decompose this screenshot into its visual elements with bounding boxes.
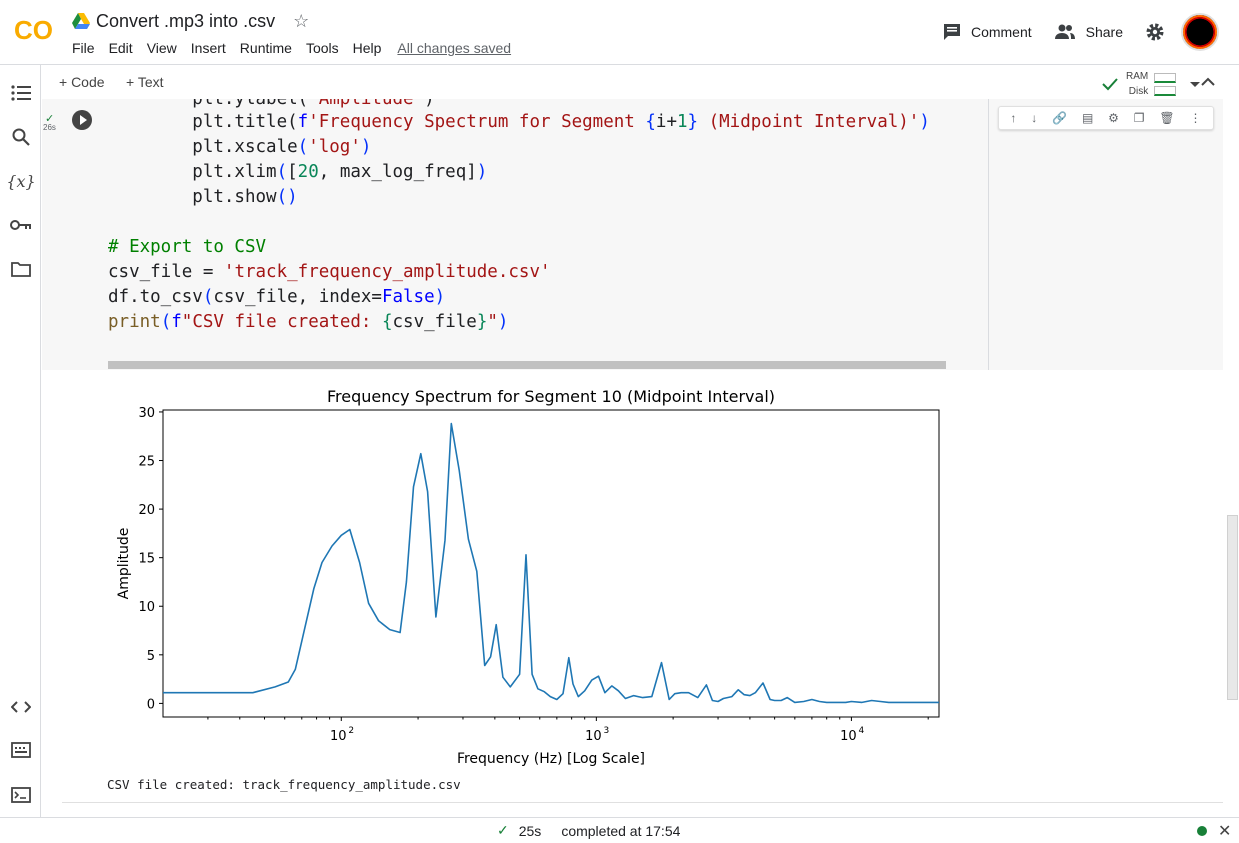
menu-view[interactable]: View xyxy=(147,40,177,56)
table-of-contents-icon[interactable] xyxy=(10,82,32,104)
y-tick-label: 25 xyxy=(138,455,155,470)
drive-icon[interactable] xyxy=(72,13,90,29)
save-status[interactable]: All changes saved xyxy=(397,40,511,56)
app-header: CO Convert .mp3 into .csv ☆ File Edit Vi… xyxy=(0,0,1239,65)
y-tick-label: 10 xyxy=(138,600,155,615)
completed-at: completed at 17:54 xyxy=(561,822,681,839)
resources-indicator[interactable]: RAM Disk xyxy=(1102,69,1204,99)
code-line: plt.ylabel('Amplitude') xyxy=(108,99,435,109)
y-axis-label: Amplitude xyxy=(116,528,132,600)
code-editor[interactable]: plt.ylabel('Amplitude') plt.title(f'Freq… xyxy=(102,99,988,370)
variables-icon[interactable]: {x} xyxy=(6,170,35,192)
add-code-button[interactable]: + Code xyxy=(59,74,105,90)
colab-logo[interactable]: CO xyxy=(14,14,58,46)
close-icon[interactable]: ✕ xyxy=(1218,821,1231,841)
delete-icon[interactable]: 🗑 xyxy=(1159,111,1174,125)
y-tick-label: 20 xyxy=(138,503,155,518)
share-label: Share xyxy=(1085,24,1123,40)
completed-check-icon: ✓ xyxy=(497,822,509,838)
link-icon[interactable]: 🔗 xyxy=(1052,111,1067,125)
code-line: df.to_csv(csv_file, index=False) xyxy=(108,287,446,307)
x-tick-label: 10 xyxy=(330,729,347,744)
search-icon[interactable] xyxy=(10,126,32,148)
spectrum-line xyxy=(163,422,939,704)
files-folder-icon[interactable] xyxy=(10,258,32,280)
chart-title: Frequency Spectrum for Segment 10 (Midpo… xyxy=(327,387,775,406)
horizontal-scrollbar[interactable] xyxy=(108,361,946,369)
x-tick-label: 10 xyxy=(840,729,857,744)
code-line: plt.title(f'Frequency Spectrum for Segme… xyxy=(108,112,930,132)
connected-check-icon xyxy=(1102,78,1118,91)
cell-side-pane xyxy=(988,99,1223,370)
code-line: csv_file = 'track_frequency_amplitude.cs… xyxy=(108,262,551,282)
x-tick-exponent: 3 xyxy=(603,726,609,736)
menu-tools[interactable]: Tools xyxy=(306,40,339,56)
x-tick-exponent: 4 xyxy=(859,726,865,736)
menu-edit[interactable]: Edit xyxy=(109,40,133,56)
code-line: plt.show() xyxy=(108,187,298,207)
menu-insert[interactable]: Insert xyxy=(191,40,226,56)
menu-runtime[interactable]: Runtime xyxy=(240,40,292,56)
comment-icon xyxy=(943,24,960,40)
ram-usage-bar xyxy=(1154,72,1177,83)
plot-frame xyxy=(162,409,940,718)
menu-bar: File Edit View Insert Runtime Tools Help… xyxy=(72,40,525,56)
y-tick-label: 15 xyxy=(138,552,155,567)
output-text: CSV file created: track_frequency_amplit… xyxy=(107,777,461,792)
vertical-scrollbar[interactable] xyxy=(1227,515,1238,700)
cell-gutter xyxy=(42,99,62,370)
disk-usage-bar xyxy=(1154,85,1177,96)
connection-status-dot xyxy=(1197,826,1207,836)
collapse-chevron-up-icon[interactable] xyxy=(1200,73,1216,91)
settings-gear-icon[interactable] xyxy=(1145,22,1165,42)
move-down-icon[interactable]: ↓ xyxy=(1031,111,1037,125)
command-palette-icon[interactable] xyxy=(10,739,32,761)
run-cell-button[interactable] xyxy=(72,110,92,130)
code-snippets-icon[interactable] xyxy=(10,696,32,718)
x-tick-label: 10 xyxy=(585,729,602,744)
comment-label: Comment xyxy=(970,24,1032,40)
cell-output: Frequency Spectrum for Segment 10 (Midpo… xyxy=(62,370,1223,803)
cell-settings-icon[interactable]: ⚙ xyxy=(1108,111,1119,125)
logo-text: CO xyxy=(14,15,53,45)
code-line: plt.xlim([20, max_log_freq]) xyxy=(108,162,488,182)
star-icon[interactable]: ☆ xyxy=(293,11,309,32)
cell-toolbar: ↑ ↓ 🔗 ▤ ⚙ ❐ 🗑 ⋮ xyxy=(998,106,1214,130)
frequency-spectrum-chart: Frequency Spectrum for Segment 10 (Midpo… xyxy=(116,387,940,767)
document-title[interactable]: Convert .mp3 into .csv xyxy=(96,11,275,32)
code-line: plt.xscale('log') xyxy=(108,137,372,157)
more-options-icon[interactable]: ⋮ xyxy=(1190,111,1202,125)
comment-button[interactable]: Comment xyxy=(943,23,1032,41)
people-icon xyxy=(1054,24,1075,39)
disk-label: Disk xyxy=(1128,86,1149,97)
add-text-button[interactable]: + Text xyxy=(126,74,164,90)
menu-help[interactable]: Help xyxy=(353,40,382,56)
avatar[interactable] xyxy=(1181,13,1219,51)
code-line: print(f"CSV file created: {csv_file}") xyxy=(108,312,509,332)
run-duration: 25s xyxy=(518,822,542,839)
code-line: # Export to CSV xyxy=(108,237,266,257)
y-tick-label: 0 xyxy=(147,697,155,712)
code-comment: # Export to CSV xyxy=(108,237,267,257)
mirror-cell-icon[interactable]: ❐ xyxy=(1134,111,1145,125)
status-bar: ✓ 25s completed at 17:54 ✕ xyxy=(0,817,1239,843)
y-tick-label: 30 xyxy=(138,406,155,421)
menu-file[interactable]: File xyxy=(72,40,95,56)
move-up-icon[interactable]: ↑ xyxy=(1010,111,1016,125)
x-axis-label: Frequency (Hz) [Log Scale] xyxy=(457,751,645,767)
share-button[interactable]: Share xyxy=(1054,24,1123,40)
left-sidebar: {x} xyxy=(0,65,41,817)
ram-label: RAM xyxy=(1126,71,1149,82)
notebook-toolbar: + Code + Text RAM Disk xyxy=(42,65,1239,99)
y-tick-label: 5 xyxy=(147,649,155,664)
x-tick-exponent: 2 xyxy=(348,726,354,736)
terminal-icon[interactable] xyxy=(10,784,32,806)
execution-time: 26s xyxy=(43,123,56,132)
secrets-key-icon[interactable] xyxy=(10,214,32,236)
comment-cell-icon[interactable]: ▤ xyxy=(1082,111,1093,125)
